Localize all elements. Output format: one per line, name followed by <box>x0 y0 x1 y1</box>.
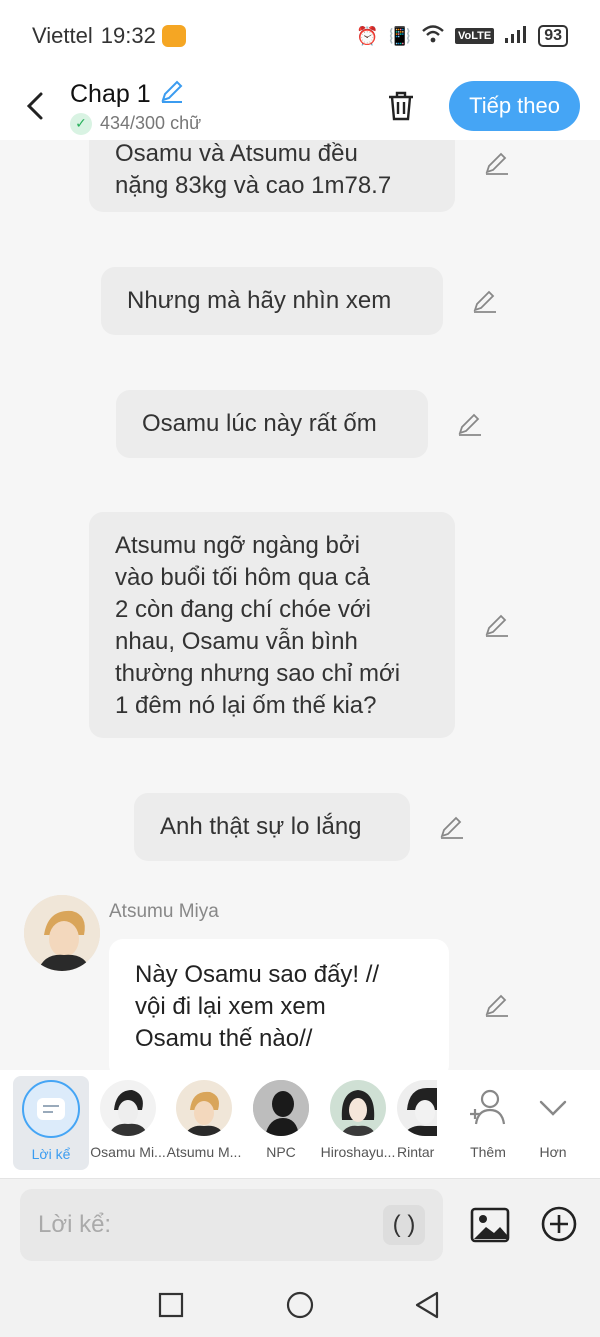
message-line: Osamu và Atsumu đều <box>115 140 358 167</box>
edit-pencil-icon[interactable] <box>455 409 485 439</box>
chevron-left-icon <box>26 92 43 120</box>
wifi-icon <box>421 24 445 49</box>
more-button[interactable]: Hơn <box>515 1076 591 1160</box>
message-bubble[interactable]: Nhưng mà hãy nhìn xem <box>101 267 443 335</box>
avatar <box>330 1080 386 1136</box>
character-name: Lời kể <box>31 1146 71 1162</box>
edit-pencil-icon[interactable] <box>437 812 467 842</box>
word-count: 434/300 chữ <box>100 113 202 133</box>
message-line: 1 đêm nó lại ốm thế kia? <box>115 692 377 719</box>
chapter-title[interactable]: Chap 1 <box>70 80 151 109</box>
volte-badge: VoLTE <box>455 28 495 44</box>
message-line: vội đi lại xem xem <box>135 993 326 1020</box>
compose-bar: Lời kể: ( ) <box>0 1178 600 1272</box>
message-line: thường nhưng sao chỉ mới <box>115 660 401 687</box>
battery-indicator: 93 <box>538 25 568 47</box>
parentheses-button[interactable]: ( ) <box>383 1205 425 1245</box>
avatar[interactable] <box>24 895 100 971</box>
plus-circle-icon <box>541 1206 577 1242</box>
message-bubble[interactable]: Osamu lúc này rất ốm <box>116 390 428 458</box>
edit-pencil-icon[interactable] <box>482 610 512 640</box>
character-atsumu[interactable]: Atsumu M... <box>166 1076 242 1160</box>
message-bubble[interactable]: Anh thật sự lo lắng <box>134 793 410 861</box>
character-hiroshayu[interactable]: Hiroshayu... <box>320 1076 396 1160</box>
chapter-title-block: Chap 1 ✓ 434/300 chữ <box>70 78 201 135</box>
message-line: vào buổi tối hôm qua cả <box>115 564 370 591</box>
message-line: Anh thật sự lo lắng <box>160 813 362 840</box>
message-line: 2 còn đang chí chóe với <box>115 596 371 623</box>
system-nav-bar <box>0 1272 600 1337</box>
delete-button[interactable] <box>371 76 431 136</box>
message-line: Osamu lúc này rất ốm <box>142 410 377 437</box>
message-line: Nhưng mà hãy nhìn xem <box>127 287 392 314</box>
speaker-name: Atsumu Miya <box>109 901 219 922</box>
character-name: Rintar <box>397 1144 435 1160</box>
image-icon <box>470 1207 510 1243</box>
chevron-down-icon <box>539 1100 567 1116</box>
character-name: Osamu Mi... <box>90 1144 166 1160</box>
avatar <box>176 1080 232 1136</box>
message-bubble[interactable]: Này Osamu sao đấy! // vội đi lại xem xem… <box>109 939 449 1070</box>
character-rintaro[interactable]: Rintar <box>397 1076 437 1160</box>
message-line: Osamu thế nào// <box>135 1025 313 1052</box>
edit-pencil-icon[interactable] <box>470 286 500 316</box>
narrator-icon <box>22 1080 80 1138</box>
message-bubble[interactable]: Atsumu ngỡ ngàng bởi vào buổi tối hôm qu… <box>89 512 455 738</box>
character-name: NPC <box>266 1144 296 1160</box>
edit-pencil-icon[interactable] <box>482 990 512 1020</box>
home-icon[interactable] <box>285 1290 315 1320</box>
signal-icon <box>504 24 528 49</box>
next-button[interactable]: Tiếp theo <box>449 81 580 131</box>
recent-apps-icon[interactable] <box>158 1292 184 1318</box>
avatar <box>397 1080 437 1136</box>
chat-content[interactable]: Osamu và Atsumu đều nặng 83kg và cao 1m7… <box>0 140 600 1070</box>
vibrate-icon: 📳 <box>388 25 411 46</box>
back-button[interactable] <box>0 72 70 140</box>
character-osamu[interactable]: Osamu Mi... <box>90 1076 166 1160</box>
message-line: nhau, Osamu vẫn bình <box>115 628 358 655</box>
clock: 19:32 <box>100 23 156 48</box>
character-narrator[interactable]: Lời kể <box>13 1076 89 1170</box>
edit-pencil-icon[interactable] <box>482 148 512 178</box>
edit-title-icon[interactable] <box>159 78 185 111</box>
status-bar: Viettel 19:32 ⏰ 📳 VoLTE 93 <box>0 0 600 72</box>
carrier-name: Viettel <box>32 23 93 48</box>
message-bubble[interactable]: Osamu và Atsumu đều nặng 83kg và cao 1m7… <box>89 140 455 212</box>
app-header: Chap 1 ✓ 434/300 chữ Tiếp theo <box>0 72 600 140</box>
avatar <box>253 1080 309 1136</box>
add-button[interactable] <box>540 1205 578 1248</box>
avatar <box>100 1080 156 1136</box>
character-name: Atsumu M... <box>166 1144 242 1160</box>
more-label: Hơn <box>539 1144 567 1160</box>
message-line: nặng 83kg và cao 1m78.7 <box>115 172 392 199</box>
character-selector: Lời kể Osamu Mi... Atsumu M... NPC Hiros… <box>0 1070 600 1178</box>
narration-input[interactable]: Lời kể: ( ) <box>20 1189 443 1261</box>
notification-heart-icon <box>161 25 186 47</box>
add-person-icon <box>470 1089 506 1125</box>
input-placeholder: Lời kể: <box>38 1211 112 1238</box>
character-npc[interactable]: NPC <box>243 1076 319 1160</box>
image-button[interactable] <box>470 1205 510 1250</box>
message-line: Này Osamu sao đấy! // <box>135 961 380 988</box>
check-icon: ✓ <box>70 112 92 135</box>
alarm-icon: ⏰ <box>356 25 379 46</box>
message-line: Atsumu ngỡ ngàng bởi <box>115 532 360 559</box>
trash-icon <box>389 91 414 121</box>
back-nav-icon[interactable] <box>413 1290 441 1320</box>
character-name: Hiroshayu... <box>320 1144 396 1160</box>
